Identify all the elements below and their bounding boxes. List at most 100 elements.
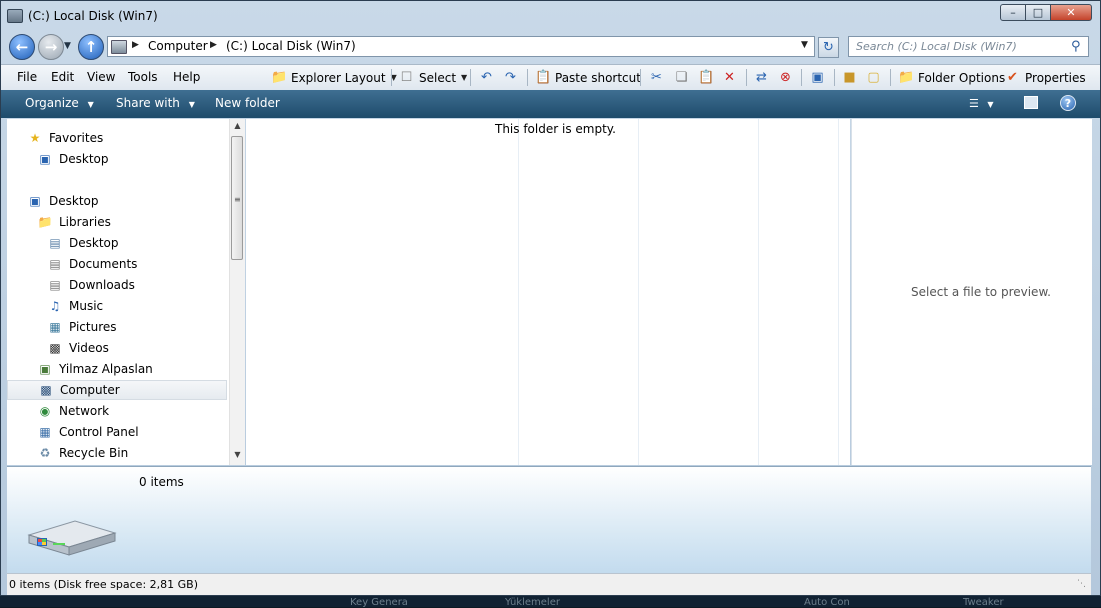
desktop-icon-label[interactable]: Yüklemeler — [505, 597, 560, 608]
menu-tools[interactable]: Tools — [128, 70, 158, 84]
paste-icon: 📋 — [698, 69, 715, 85]
copy-icon: ❏ — [675, 69, 688, 85]
nav-item-recycle-bin[interactable]: ♻ Recycle Bin — [7, 443, 259, 463]
column-divider — [758, 119, 759, 465]
menu-toolbar: File Edit View Tools Help 📁 Explorer Lay… — [1, 64, 1100, 91]
stop-button[interactable]: ⊗ — [778, 68, 798, 87]
close-button[interactable]: ✕ — [1050, 4, 1092, 21]
help-button[interactable]: ? — [1060, 95, 1076, 111]
new-folder-button[interactable]: New folder — [215, 96, 280, 110]
desktop-icon-label[interactable]: Auto Con — [804, 597, 850, 608]
delete-button[interactable]: ✕ — [722, 68, 742, 87]
title-bar[interactable]: (C:) Local Disk (Win7) – □ ✕ — [1, 1, 1100, 31]
scroll-thumb[interactable]: ≡ — [231, 136, 243, 260]
scissors-icon: ✂ — [651, 69, 662, 85]
nav-item-user[interactable]: ▣ Yilmaz Alpaslan — [7, 359, 259, 379]
paste-shortcut-label: Paste shortcut — [555, 70, 641, 85]
breadcrumb-computer[interactable]: Computer — [148, 39, 208, 53]
minimize-icon: – — [1010, 6, 1016, 19]
nav-item-favorites[interactable]: ★ Favorites — [7, 128, 249, 148]
maximize-button[interactable]: □ — [1025, 4, 1051, 21]
undo-button[interactable]: ↶ — [479, 68, 499, 87]
hard-drive-icon — [27, 520, 117, 556]
desktop-library-icon: ▤ — [49, 236, 61, 250]
details-pane: 0 items — [7, 466, 1091, 573]
address-dropdown-icon[interactable]: ▼ — [801, 40, 808, 50]
file-list[interactable]: This folder is empty. — [246, 119, 850, 465]
nav-item-label: Music — [69, 299, 104, 313]
organize-button[interactable]: Organize ▼ — [25, 96, 94, 110]
nav-item-libraries[interactable]: 📁 Libraries — [7, 212, 259, 232]
organize-label: Organize — [25, 96, 79, 110]
preview-pane-toggle-icon[interactable] — [1024, 96, 1038, 109]
breadcrumb-local-disk[interactable]: (C:) Local Disk (Win7) — [226, 39, 356, 53]
minimize-button[interactable]: – — [1000, 4, 1026, 21]
paste-button[interactable]: 📋 — [698, 68, 718, 87]
nav-item-label: Yilmaz Alpaslan — [59, 362, 153, 376]
menu-view[interactable]: View — [87, 70, 115, 84]
folder-options-button[interactable]: 📁 Folder Options — [898, 68, 1005, 87]
paste-shortcut-button[interactable]: 📋 Paste shortcut — [535, 68, 641, 87]
navigation-pane: ★ Favorites ▣ Desktop ▣ Desktop 📁 Librar… — [7, 119, 245, 465]
redo-button[interactable]: ↷ — [503, 68, 523, 87]
menu-file[interactable]: File — [17, 70, 37, 84]
select-button[interactable]: ☐ Select ▼ — [399, 68, 468, 87]
nav-item-control-panel[interactable]: ▦ Control Panel — [7, 422, 259, 442]
computer-icon — [111, 40, 127, 54]
nav-item-network[interactable]: ◉ Network — [7, 401, 259, 421]
help-icon: ? — [1064, 96, 1072, 110]
properties-button[interactable]: ✔ Properties — [1005, 68, 1086, 87]
folder-info-button[interactable]: ■ — [842, 68, 862, 87]
checkmark-icon: ✔ — [1007, 69, 1018, 85]
toolbar-divider — [746, 69, 747, 86]
network-icon: ◉ — [39, 404, 51, 418]
menu-help[interactable]: Help — [173, 70, 200, 84]
cut-button[interactable]: ✂ — [649, 68, 669, 87]
recent-pages-button[interactable]: ▼ — [64, 41, 71, 51]
recycle-bin-icon: ♻ — [39, 446, 51, 460]
change-view-button[interactable]: ☰ ▼ — [969, 97, 994, 110]
nav-item-label: Recycle Bin — [59, 446, 129, 460]
up-button[interactable]: ↑ — [78, 34, 104, 60]
status-bar: 0 items (Disk free space: 2,81 GB) ⋱ — [7, 573, 1091, 595]
folder-options-icon: 📁 — [898, 69, 915, 85]
breadcrumb-arrow-icon[interactable]: ▶ — [210, 40, 217, 50]
nav-item-label: Control Panel — [59, 425, 139, 439]
sync-icon: ⇄ — [756, 69, 767, 85]
refresh-button[interactable]: ↻ — [818, 37, 839, 58]
forward-button[interactable]: → — [38, 34, 64, 60]
new-folder-toolbar-button[interactable]: ▢ — [866, 68, 886, 87]
nav-item-label: Downloads — [69, 278, 135, 292]
column-divider — [638, 119, 639, 465]
breadcrumb-arrow-icon[interactable]: ▶ — [132, 40, 139, 50]
nav-item-label: Desktop — [59, 152, 109, 166]
nav-scrollbar[interactable]: ▲ ≡ ▼ — [229, 119, 245, 465]
items-count: 0 items — [139, 475, 184, 489]
address-bar[interactable]: ▶ Computer ▶ (C:) Local Disk (Win7) ▼ — [107, 36, 815, 57]
copy-button[interactable]: ❏ — [674, 68, 694, 87]
nav-item-favorites-desktop[interactable]: ▣ Desktop — [7, 149, 259, 169]
desktop-icon-label[interactable]: Tweaker — [963, 597, 1004, 608]
explorer-layout-button[interactable]: 📁 Explorer Layout ▼ — [271, 68, 397, 87]
share-with-button[interactable]: Share with ▼ — [116, 96, 195, 110]
control-panel-icon: ▦ — [39, 425, 51, 439]
map-drive-button[interactable]: ▣ — [810, 68, 830, 87]
explorer-window: (C:) Local Disk (Win7) – □ ✕ ← → ▼ ↑ ▶ C… — [0, 0, 1101, 596]
resize-grip-icon[interactable]: ⋱ — [1077, 579, 1086, 589]
back-button[interactable]: ← — [9, 34, 35, 60]
scroll-up-icon[interactable]: ▲ — [230, 121, 245, 133]
share-with-label: Share with — [116, 96, 180, 110]
nav-item-computer[interactable]: ▩ Computer — [7, 380, 227, 400]
folder-options-label: Folder Options — [918, 70, 1006, 85]
documents-icon: ▤ — [49, 257, 61, 271]
folder-info-icon: ■ — [843, 69, 856, 85]
sync-button[interactable]: ⇄ — [754, 68, 774, 87]
folder-layout-icon: 📁 — [271, 69, 288, 85]
search-icon[interactable]: ⚲ — [1071, 39, 1081, 54]
search-input[interactable] — [849, 37, 1072, 56]
drive-window-icon[interactable] — [7, 9, 23, 23]
nav-item-desktop[interactable]: ▣ Desktop — [7, 191, 249, 211]
desktop-icon-label[interactable]: Key Genera — [350, 597, 408, 608]
menu-edit[interactable]: Edit — [51, 70, 74, 84]
scroll-down-icon[interactable]: ▼ — [230, 450, 245, 462]
